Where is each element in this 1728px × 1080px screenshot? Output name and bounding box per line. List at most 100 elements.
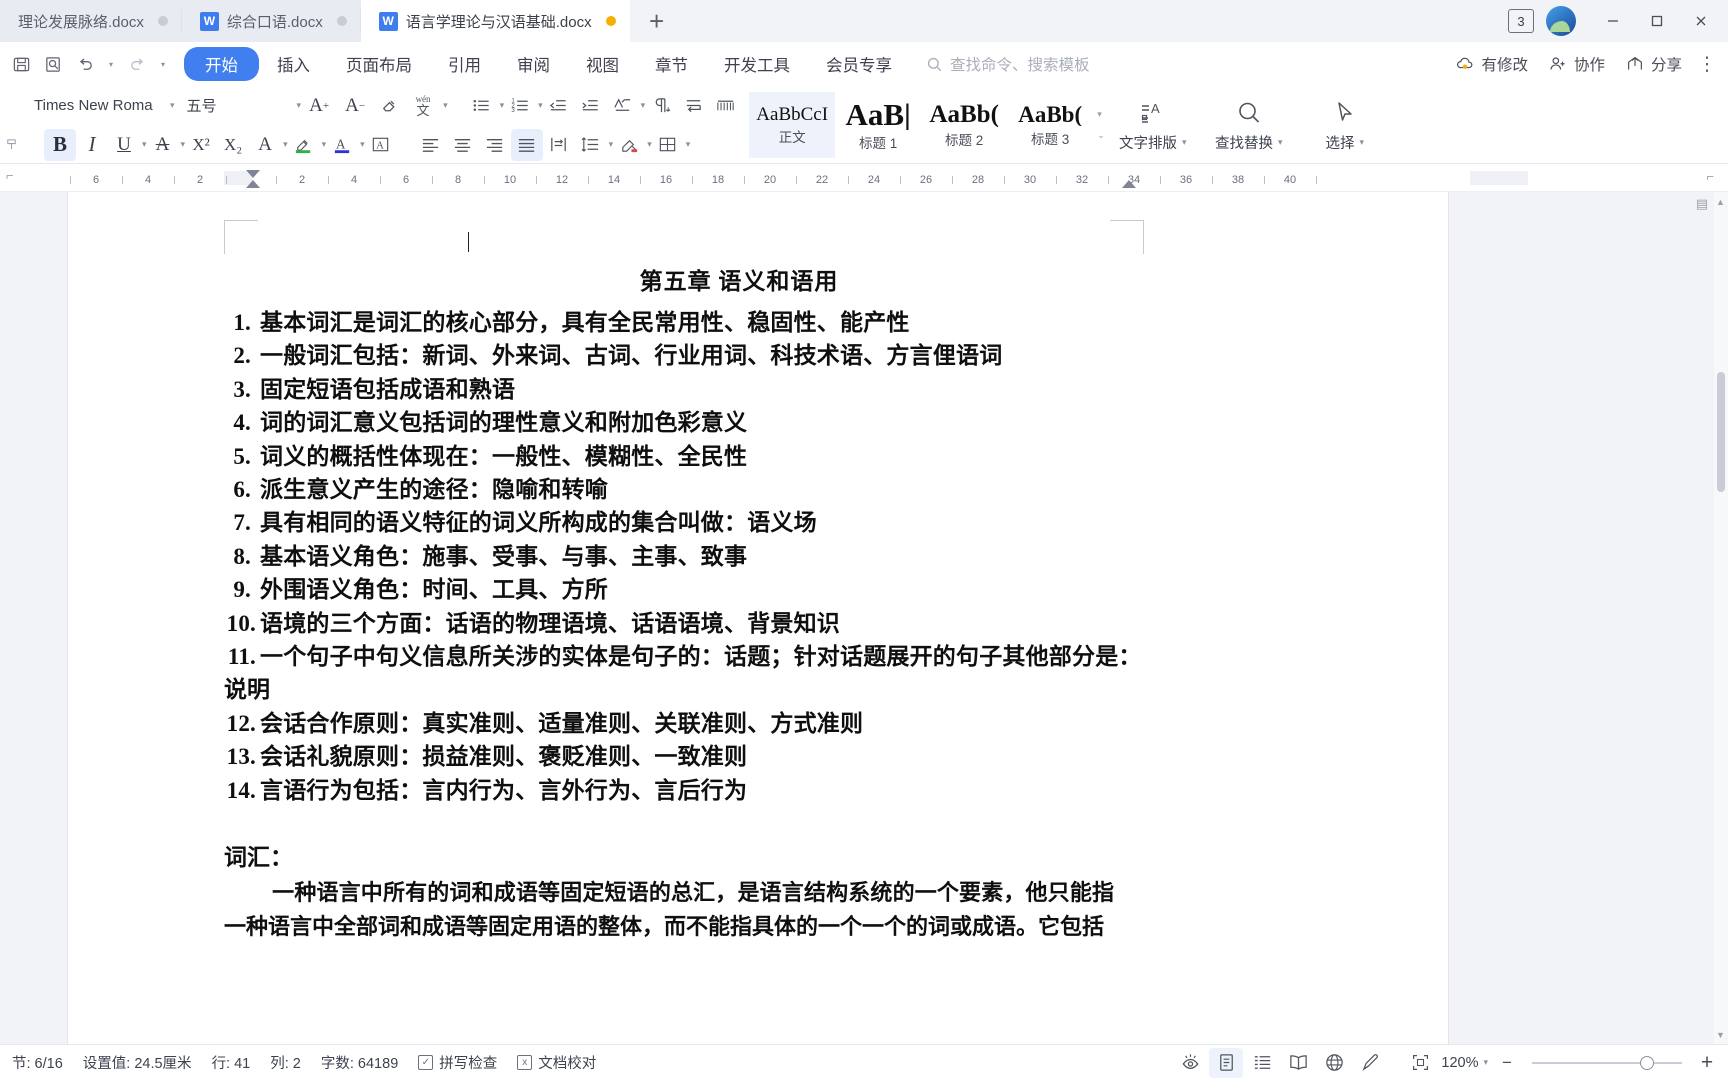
print-preview-icon[interactable] [38,49,68,79]
font-color-icon[interactable]: A [326,129,358,161]
document-canvas[interactable]: 第五章 语义和语用 1. 基本词汇是词汇的核心部分，具有全民常用性、稳固性、能产性… [0,192,1728,1044]
ribbon-tab-member[interactable]: 会员专享 [808,47,910,81]
distribute-text-icon[interactable] [543,129,575,161]
close-button[interactable] [1680,0,1722,42]
first-line-indent-marker[interactable] [246,170,260,178]
zoom-in-button[interactable]: + [1694,1049,1720,1077]
scroll-up-arrow[interactable]: ▲ [1715,196,1726,207]
grow-font-button[interactable]: A + [301,90,337,122]
style-scroll-down-icon[interactable]: ▾ [1097,109,1105,120]
document-body[interactable]: 第五章 语义和语用 1. 基本词汇是词汇的核心部分，具有全民常用性、稳固性、能产性… [224,262,1144,944]
ruler-scale[interactable]: 6 4 2 2 4 6 8 10 12 14 16 18 20 22 24 26… [70,168,1528,188]
reading-view-icon[interactable] [1281,1048,1315,1078]
status-setting-value[interactable]: 设置值: 24.5厘米 [83,1052,192,1073]
character-shading-icon[interactable]: A [365,129,397,161]
highlight-color-icon[interactable] [288,129,320,161]
save-icon[interactable] [6,49,36,79]
status-row[interactable]: 行: 41 [212,1052,251,1073]
ribbon-tab-start[interactable]: 开始 [184,47,259,81]
page-view-icon[interactable] [1209,1047,1244,1078]
select-caret[interactable]: ▾ [1359,137,1364,148]
bullet-list-icon[interactable] [466,90,498,122]
ribbon-tab-page-layout[interactable]: 页面布局 [328,47,430,81]
document-count-badge[interactable]: 3 [1508,9,1534,33]
ribbon-tab-developer[interactable]: 开发工具 [706,47,808,81]
numbered-list-caret[interactable]: ▾ [538,100,543,111]
subscript-button[interactable]: X₂ [217,129,249,161]
text-layout-button[interactable]: A 文字排版 ▾ [1105,86,1201,164]
document-tab-1[interactable]: 理论发展脉络.docx [0,0,182,42]
align-right-icon[interactable] [479,129,511,161]
increase-indent-icon[interactable] [575,90,607,122]
status-column[interactable]: 列: 2 [270,1052,301,1073]
style-heading-1[interactable]: AaB| 标题 1 [835,92,921,158]
maximize-button[interactable] [1636,0,1678,42]
find-replace-button[interactable]: 查找替换 ▾ [1201,86,1297,164]
ribbon-tab-references[interactable]: 引用 [430,47,499,81]
eye-care-icon[interactable] [1173,1048,1207,1078]
web-view-icon[interactable] [1317,1048,1351,1078]
style-normal[interactable]: AaBbCcI 正文 [749,92,836,158]
ribbon-tab-review[interactable]: 审阅 [499,47,568,81]
left-indent-marker[interactable] [246,180,260,188]
borders-caret[interactable]: ▾ [686,139,691,150]
cloud-status-button[interactable]: 有修改 [1447,49,1536,79]
zoom-caret[interactable]: ▾ [1483,1057,1488,1068]
document-page[interactable]: 第五章 语义和语用 1. 基本词汇是词汇的核心部分，具有全民常用性、稳固性、能产性… [68,192,1448,1044]
fullscreen-icon[interactable] [1403,1048,1437,1078]
shrink-font-button[interactable]: A − [337,90,373,122]
align-left-icon[interactable] [415,129,447,161]
scroll-down-arrow[interactable]: ▼ [1715,1029,1726,1040]
style-heading-2[interactable]: AaBb( 标题 2 [921,92,1007,158]
character-border-icon[interactable]: A [249,129,281,161]
status-word-count[interactable]: 字数: 64189 [321,1052,398,1073]
more-options-icon[interactable]: ⋮ [1694,53,1720,76]
paragraph-shading-icon[interactable] [613,129,645,161]
align-center-icon[interactable] [447,129,479,161]
line-break-icon[interactable] [677,90,709,122]
spellcheck-toggle[interactable]: ✓ 拼写检查 [418,1052,497,1073]
italic-button[interactable]: I [76,129,108,161]
vertical-scrollbar[interactable]: ▲ ▼ [1714,192,1728,1044]
zoom-slider[interactable] [1532,1055,1682,1070]
document-tab-3-active[interactable]: 语言学理论与汉语基础.docx [360,0,630,42]
ribbon-tab-sections[interactable]: 章节 [637,47,706,81]
decrease-indent-icon[interactable] [543,90,575,122]
new-tab-button[interactable]: + [630,0,684,42]
proofread-toggle[interactable]: x 文档校对 [517,1052,596,1073]
share-button[interactable]: 分享 [1617,49,1690,79]
quick-access-customize-caret[interactable]: ▾ [154,49,172,79]
collaborate-button[interactable]: 协作 [1540,49,1613,79]
show-paragraph-marks-icon[interactable] [645,90,677,122]
strikethrough-button[interactable]: A [147,129,179,161]
table-grid-icon[interactable] [709,90,741,122]
text-layout-caret[interactable]: ▾ [1182,137,1187,148]
command-search-box[interactable]: 查找命令、搜索模板 [926,53,1090,75]
zoom-level-button[interactable]: 120% ▾ [1441,1055,1488,1071]
zoom-out-button[interactable]: − [1494,1049,1520,1077]
select-button[interactable]: 选择 ▾ [1297,86,1393,164]
ribbon-tab-insert[interactable]: 插入 [259,47,328,81]
font-name-input[interactable]: Times New Roma [20,97,168,114]
style-gallery-expand-icon[interactable]: ⌄ [1097,130,1105,141]
numbered-list-icon[interactable]: 123 [504,90,536,122]
minimize-button[interactable] [1592,0,1634,42]
undo-icon[interactable] [70,49,100,79]
font-size-input[interactable]: 五号 [175,95,249,116]
user-avatar[interactable] [1546,6,1576,36]
zoom-slider-knob[interactable] [1640,1055,1654,1070]
undo-dropdown-caret[interactable]: ▾ [102,49,120,79]
horizontal-ruler[interactable]: ⌐ 6 4 2 2 4 6 8 10 12 14 16 18 20 22 24 … [0,164,1728,192]
underline-button[interactable]: U [108,129,140,161]
align-justify-icon[interactable] [510,128,543,161]
tab-modified-dot[interactable] [605,16,616,26]
right-indent-marker[interactable] [1122,180,1136,188]
character-border-caret[interactable]: ▾ [283,139,288,150]
tab-close-dot[interactable] [157,16,168,26]
superscript-button[interactable]: X² [185,129,217,161]
pinyin-guide-icon[interactable]: wén 文 [405,90,441,122]
clear-format-icon[interactable] [373,90,405,122]
style-heading-3[interactable]: AaBb( 标题 3 [1007,92,1093,158]
outline-view-icon[interactable] [1245,1048,1279,1078]
status-section[interactable]: 节: 6/16 [12,1052,63,1073]
